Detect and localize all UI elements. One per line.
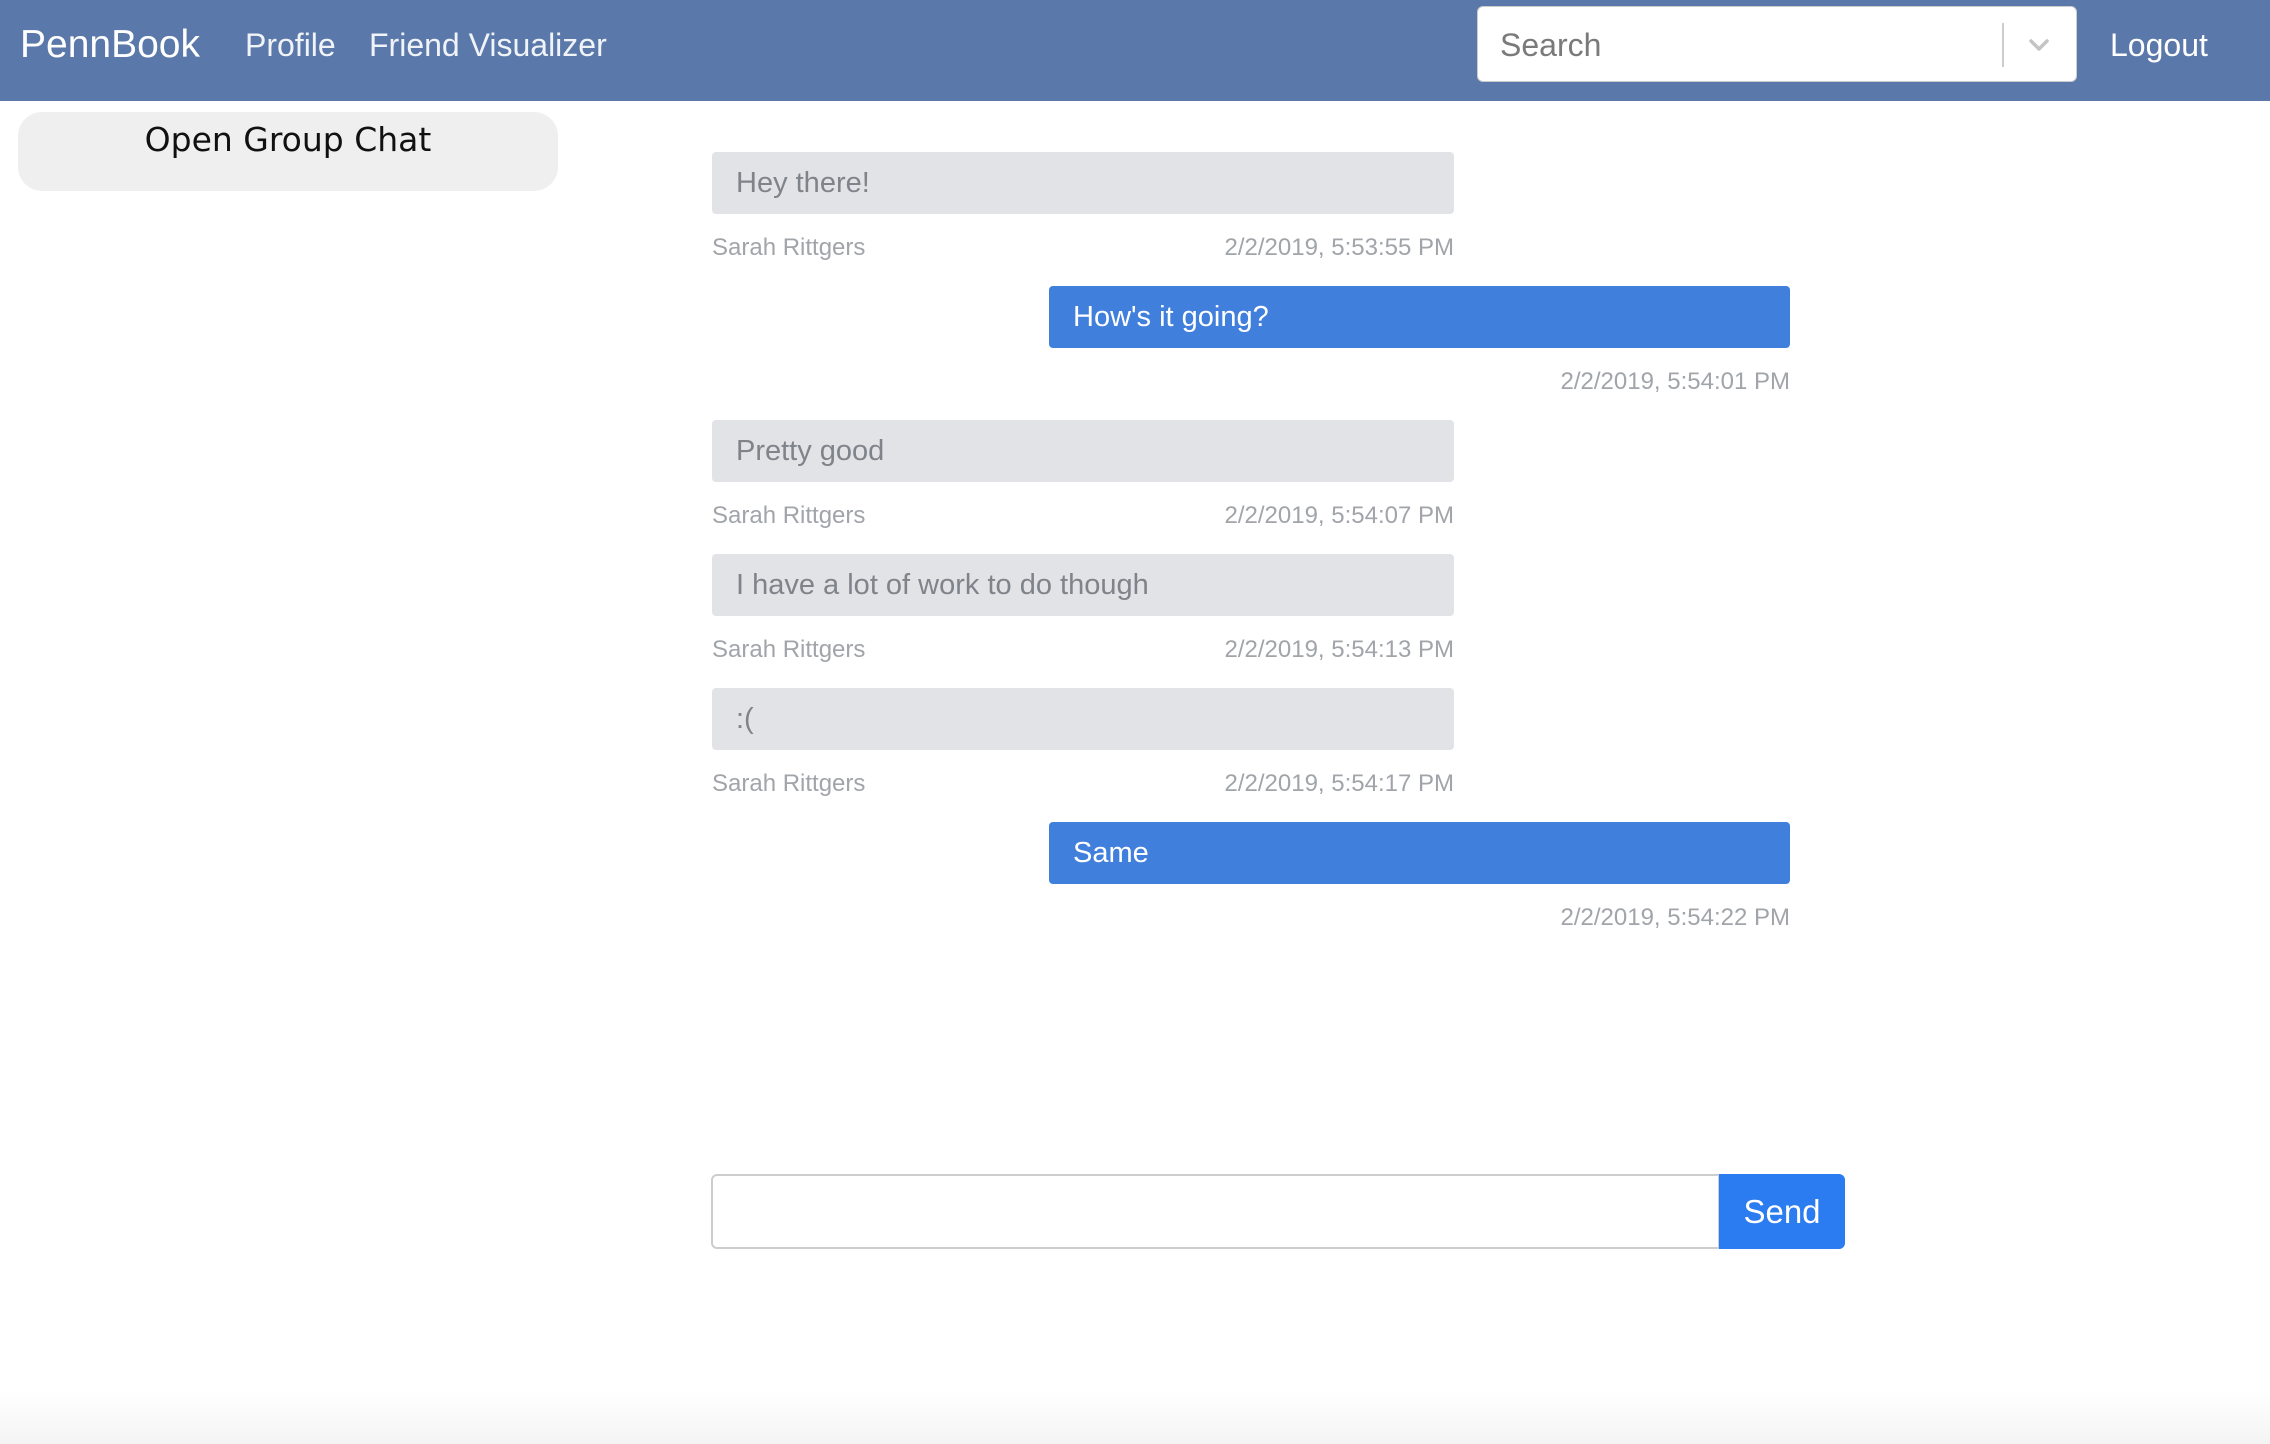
message-timestamp: 2/2/2019, 5:54:17 PM bbox=[1224, 770, 1455, 797]
message-sender: Sarah Rittgers bbox=[712, 234, 866, 261]
chevron-down-icon[interactable] bbox=[2018, 25, 2060, 65]
logout-link[interactable]: Logout bbox=[2110, 22, 2208, 68]
message-timestamp: 2/2/2019, 5:54:01 PM bbox=[1560, 368, 1791, 395]
message-sender: Sarah Rittgers bbox=[712, 770, 866, 797]
message-timestamp: 2/2/2019, 5:53:55 PM bbox=[1224, 234, 1455, 261]
message-timestamp: 2/2/2019, 5:54:22 PM bbox=[1560, 904, 1791, 931]
message-bubble-outgoing: How's it going? bbox=[1049, 286, 1790, 348]
message-timestamp: 2/2/2019, 5:54:13 PM bbox=[1224, 636, 1455, 663]
bottom-shadow bbox=[0, 1390, 2270, 1444]
message-timestamp: 2/2/2019, 5:54:07 PM bbox=[1224, 502, 1455, 529]
send-button[interactable]: Send bbox=[1719, 1174, 1845, 1249]
message-input[interactable] bbox=[711, 1174, 1720, 1249]
message-sender: Sarah Rittgers bbox=[712, 636, 866, 663]
brand-logo[interactable]: PennBook bbox=[20, 20, 200, 70]
top-navbar: PennBook Profile Friend Visualizer Searc… bbox=[0, 0, 2270, 101]
message-bubble-incoming: I have a lot of work to do though bbox=[712, 554, 1454, 616]
message-bubble-incoming: :( bbox=[712, 688, 1454, 750]
message-sender: Sarah Rittgers bbox=[712, 502, 866, 529]
nav-link-profile[interactable]: Profile bbox=[245, 22, 336, 68]
open-group-chat-button[interactable]: Open Group Chat bbox=[18, 112, 558, 191]
search-divider bbox=[2002, 23, 2004, 67]
search-select[interactable]: Search bbox=[1477, 6, 2077, 82]
message-bubble-incoming: Hey there! bbox=[712, 152, 1454, 214]
search-placeholder: Search bbox=[1500, 27, 1602, 63]
message-bubble-outgoing: Same bbox=[1049, 822, 1790, 884]
nav-link-friend-visualizer[interactable]: Friend Visualizer bbox=[369, 22, 607, 68]
message-bubble-incoming: Pretty good bbox=[712, 420, 1454, 482]
